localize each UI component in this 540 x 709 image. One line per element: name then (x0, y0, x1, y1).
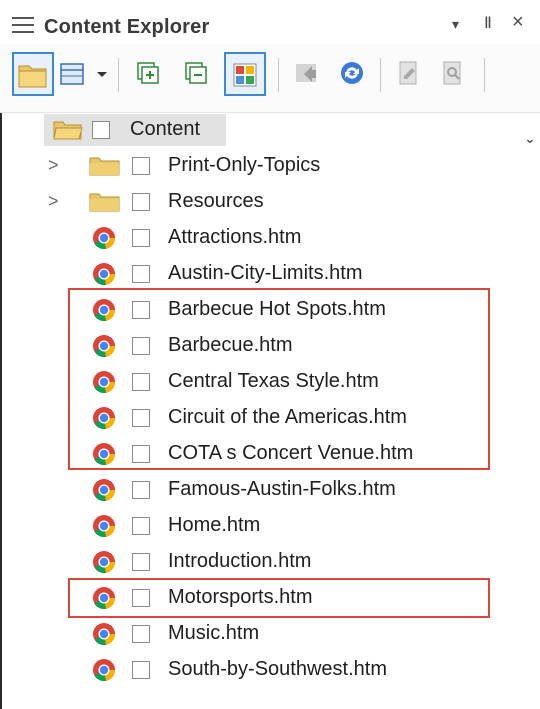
include-checkbox[interactable] (132, 481, 150, 499)
tree-file-row[interactable]: Famous-Austin-Folks.htm (0, 472, 540, 508)
open-folder-icon (18, 65, 47, 88)
collapse-all-icon (185, 62, 207, 84)
color-grid-icon (233, 63, 257, 87)
expand-all-icon (137, 62, 159, 84)
tree-item-label: Print-Only-Topics (168, 154, 321, 176)
tree-folder-row[interactable]: > Resources (0, 184, 540, 220)
chrome-icon (93, 479, 116, 502)
include-checkbox[interactable] (132, 229, 150, 247)
open-folder-icon (53, 121, 83, 140)
document-edit-icon (399, 61, 417, 85)
toolbar-divider (484, 58, 485, 92)
panel-title-bar: Content Explorer ▾ Ⅱ × (0, 0, 540, 44)
toolbar: ⌄ (0, 44, 540, 146)
include-checkbox[interactable] (132, 517, 150, 535)
chrome-icon (93, 659, 116, 682)
folder-icon (89, 193, 120, 212)
highlight-box-barbecue-group (68, 288, 490, 470)
arrow-send-icon (296, 64, 316, 82)
expand-all-button[interactable] (126, 52, 168, 96)
sync-button[interactable] (332, 52, 374, 96)
expand-chevron-icon[interactable]: > (48, 155, 59, 176)
open-folder-button[interactable] (12, 52, 54, 96)
collapse-all-button[interactable] (174, 52, 216, 96)
tree-root-label: Content (130, 118, 201, 140)
highlight-box-motorsports (68, 578, 490, 618)
chrome-icon (93, 263, 116, 286)
chrome-icon (93, 515, 116, 538)
tree-file-row[interactable]: Home.htm (0, 508, 540, 544)
toolbar-divider (380, 58, 381, 92)
chrome-icon (93, 227, 116, 250)
tree-item-label: Home.htm (168, 514, 261, 536)
dropdown-icon[interactable]: ▾ (452, 16, 459, 33)
include-checkbox[interactable] (132, 553, 150, 571)
include-checkbox[interactable] (132, 157, 150, 175)
properties-button-disabled[interactable] (388, 52, 430, 96)
chrome-icon (93, 623, 116, 646)
table-view-icon (60, 63, 84, 85)
include-checkbox[interactable] (92, 121, 110, 139)
preview-button-disabled[interactable] (432, 52, 474, 96)
include-checkbox[interactable] (132, 193, 150, 211)
view-layout-button[interactable] (58, 52, 92, 96)
include-checkbox[interactable] (132, 265, 150, 283)
include-checkbox[interactable] (132, 661, 150, 679)
expand-chevron-icon[interactable]: > (48, 191, 59, 212)
show-icons-toggle-button[interactable] (224, 52, 266, 96)
tree-item-label: Attractions.htm (168, 226, 302, 248)
pin-icon[interactable]: Ⅱ (484, 13, 492, 33)
hamburger-menu-icon[interactable] (12, 17, 34, 33)
view-layout-dropdown[interactable] (92, 52, 112, 96)
tree-item-label: Introduction.htm (168, 550, 312, 572)
tree-item-label: Resources (168, 190, 264, 212)
document-search-icon (443, 61, 461, 85)
tree-item-label: Austin-City-Limits.htm (168, 262, 363, 284)
send-button-disabled[interactable] (286, 52, 328, 96)
tree-root-row[interactable]: Content (0, 112, 540, 148)
tree-item-label: Music.htm (168, 622, 260, 644)
panel-title: Content Explorer (44, 16, 210, 38)
close-icon[interactable]: × (512, 11, 524, 34)
toolbar-divider (278, 58, 279, 92)
tree-file-row[interactable]: Austin-City-Limits.htm (0, 256, 540, 292)
tree-item-label: South-by-Southwest.htm (168, 658, 387, 680)
tree-item-label: Famous-Austin-Folks.htm (168, 478, 396, 500)
tree-file-row[interactable]: Music.htm (0, 616, 540, 652)
tree-file-row[interactable]: Attractions.htm (0, 220, 540, 256)
sync-icon (341, 62, 363, 84)
chrome-icon (93, 551, 116, 574)
chevron-down-icon (97, 72, 107, 77)
tree-folder-row[interactable]: > Print-Only-Topics (0, 148, 540, 184)
include-checkbox[interactable] (132, 625, 150, 643)
toolbar-divider (118, 58, 119, 92)
tree-file-row[interactable]: South-by-Southwest.htm (0, 652, 540, 688)
tree-file-row[interactable]: Introduction.htm (0, 544, 540, 580)
folder-icon (89, 157, 120, 176)
